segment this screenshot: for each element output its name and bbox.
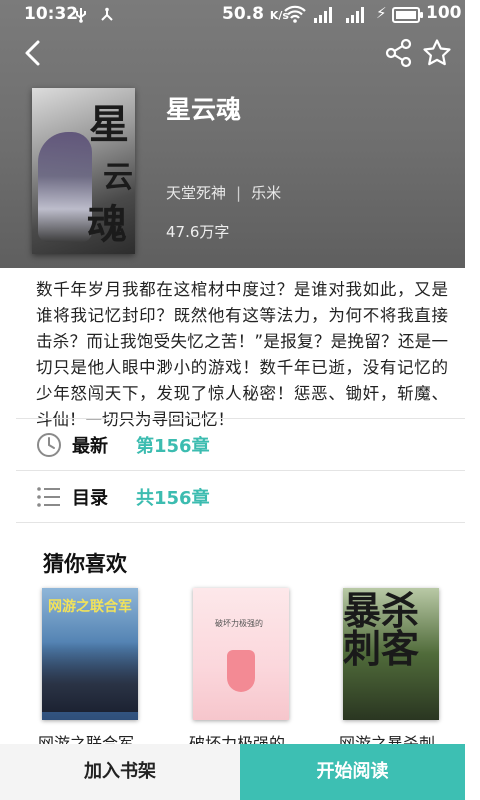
recommend-cover: 网游之联合军 <box>42 588 138 720</box>
cover-text: 网游之联合军 <box>48 599 132 615</box>
book-description: 数千年岁月我都在这棺材中度过？是谁对我如此，又是谁将我记忆封印？既然他有这等法力… <box>36 280 448 429</box>
book-category: 乐米 <box>251 184 282 202</box>
signal-icon-1 <box>314 7 336 23</box>
recommend-cover: 暴杀刺客 <box>343 588 439 720</box>
toc-label: 目录 <box>72 488 108 509</box>
recommend-item[interactable]: 网游之联合军 网游之联合军 <box>38 588 138 753</box>
network-speed: 50.8 K/s <box>222 4 289 24</box>
recommend-item[interactable]: 破坏力极强的 破坏力极强的 <box>189 588 289 753</box>
start-reading-button[interactable]: 开始阅读 <box>240 744 465 800</box>
charging-icon: ⚡ <box>376 4 387 22</box>
add-to-shelf-button[interactable]: 加入书架 <box>0 744 240 800</box>
cover-art <box>227 650 255 692</box>
book-title: 星云魂 <box>166 95 242 124</box>
cover-figure <box>38 132 92 242</box>
meta-separator: | <box>236 184 242 202</box>
debug-icon <box>101 7 113 21</box>
latest-chapter-row[interactable]: 最新 第156章 <box>0 418 465 470</box>
cover-art <box>42 642 138 712</box>
clock-icon <box>37 433 61 457</box>
latest-label: 最新 <box>72 436 108 457</box>
status-icons: ⚡ 100 <box>284 3 464 25</box>
cover-glyph: 魂 <box>87 201 127 248</box>
toc-value: 共156章 <box>136 488 210 509</box>
battery-percent: 100 <box>426 3 462 23</box>
book-header: 10:32 50.8 K/s ⚡ 100 星 云 魂 星云魂 天堂死神 | 乐米… <box>0 0 465 268</box>
latest-value: 第156章 <box>136 436 210 457</box>
table-of-contents-row[interactable]: 目录 共156章 <box>0 470 465 522</box>
book-meta: 天堂死神 | 乐米 <box>166 182 281 203</box>
word-count: 47.6万字 <box>166 223 230 241</box>
signal-icon-2 <box>346 7 368 23</box>
star-icon[interactable] <box>422 38 452 68</box>
speed-value: 50.8 <box>222 4 264 24</box>
cover-text: 暴杀刺客 <box>343 588 420 671</box>
usb-debug-icons <box>74 5 115 23</box>
bottom-action-bar: 加入书架 开始阅读 <box>0 744 465 800</box>
battery-icon <box>392 7 423 23</box>
status-bar: 10:32 50.8 K/s ⚡ 100 <box>0 0 465 30</box>
recommend-title: 猜你喜欢 <box>43 552 127 576</box>
book-cover: 星 云 魂 <box>32 88 135 254</box>
cover-glyph: 星 <box>89 101 129 148</box>
wifi-icon <box>284 5 306 23</box>
cover-glyph: 云 <box>103 160 133 195</box>
recommend-cover: 破坏力极强的 <box>193 588 289 720</box>
status-time: 10:32 <box>24 4 79 24</box>
right-edge <box>465 0 480 800</box>
book-author: 天堂死神 <box>166 184 227 202</box>
divider <box>16 522 465 523</box>
cover-text: 破坏力极强的 <box>215 619 263 628</box>
usb-icon <box>76 7 86 23</box>
back-arrow-icon[interactable] <box>18 36 52 70</box>
list-icon <box>37 487 60 507</box>
recommend-item[interactable]: 暴杀刺客 网游之暴杀刺 <box>339 588 439 753</box>
share-icon[interactable] <box>384 38 414 68</box>
